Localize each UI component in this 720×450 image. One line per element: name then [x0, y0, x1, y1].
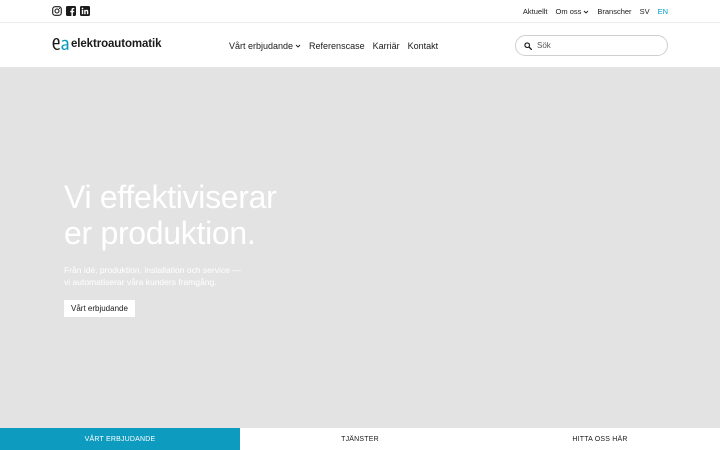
top-nav: Aktuellt Om oss Branscher SV EN	[523, 0, 668, 23]
search-box[interactable]	[515, 35, 668, 56]
lang-en[interactable]: EN	[658, 7, 668, 16]
hero-cta-button[interactable]: Vårt erbjudande	[64, 300, 135, 317]
nav-branscher[interactable]: Branscher	[597, 7, 631, 16]
linkedin-icon[interactable]	[80, 6, 90, 16]
bottom-tabs: VÅRT ERBJUDANDE TJÄNSTER HITTA OSS HÄR	[0, 428, 720, 450]
hero-section: Vi effektiviserar er produktion. Från id…	[0, 68, 720, 428]
main-nav: Vårt erbjudande Referenscase Karriär Kon…	[229, 23, 438, 68]
search-icon	[524, 41, 532, 50]
search-input[interactable]	[537, 41, 657, 50]
hero-subtitle: Från idé, produktion, installation och s…	[64, 265, 241, 287]
tab-hitta-oss-har[interactable]: HITTA OSS HÄR	[480, 428, 720, 450]
chevron-down-icon	[584, 10, 589, 14]
chevron-down-icon	[295, 44, 301, 48]
logo[interactable]: elektroautomatik	[52, 37, 162, 51]
nav-karriar[interactable]: Karriär	[373, 41, 400, 51]
nav-referenscase[interactable]: Referenscase	[309, 41, 365, 51]
hero-title: Vi effektiviserar er produktion.	[64, 179, 277, 251]
instagram-icon[interactable]	[52, 6, 62, 16]
nav-kontakt[interactable]: Kontakt	[408, 41, 439, 51]
nav-aktuellt[interactable]: Aktuellt	[523, 7, 548, 16]
logo-mark-icon	[52, 38, 69, 50]
main-header: elektroautomatik Vårt erbjudande Referen…	[0, 23, 720, 68]
tab-tjanster[interactable]: TJÄNSTER	[240, 428, 480, 450]
logo-text: elektroautomatik	[71, 38, 162, 50]
facebook-icon[interactable]	[66, 6, 76, 16]
nav-om-oss[interactable]: Om oss	[556, 7, 590, 16]
lang-sv[interactable]: SV	[640, 7, 650, 16]
tab-vart-erbjudande[interactable]: VÅRT ERBJUDANDE	[0, 428, 240, 450]
nav-vart-erbjudande[interactable]: Vårt erbjudande	[229, 41, 301, 51]
social-links	[52, 6, 90, 16]
top-utility-bar: Aktuellt Om oss Branscher SV EN	[0, 0, 720, 23]
